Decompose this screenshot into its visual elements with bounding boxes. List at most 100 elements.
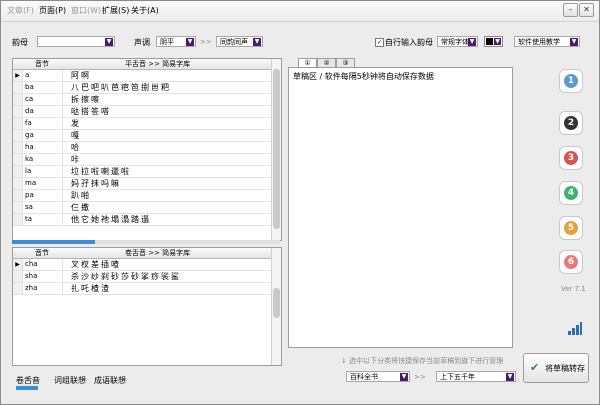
- syllable-cell: a: [23, 70, 63, 81]
- syllable-cell: ga: [23, 130, 63, 141]
- menu-item-about[interactable]: 关于(A): [131, 5, 159, 16]
- grid-header: 音节 卷舌音 >> 简易字库: [13, 248, 271, 259]
- draft-area[interactable]: 草稿区 / 软件每隔5秒钟将自动保存数据: [288, 67, 513, 348]
- table-row[interactable]: ma 妈孖抹吗嘛: [13, 178, 271, 190]
- scroll-thumb[interactable]: [273, 69, 280, 229]
- save-draft-button[interactable]: ✔ 将草稿转存: [523, 353, 589, 383]
- table-row[interactable]: ha 哈: [13, 142, 271, 154]
- yunmu-dropdown[interactable]: ▼: [37, 36, 115, 47]
- syllable-cell: da: [23, 106, 63, 117]
- close-button[interactable]: ✕: [579, 3, 594, 17]
- syllable-cell: la: [23, 166, 63, 177]
- table-row[interactable]: ▶ cha 叉杈差插喳: [13, 259, 271, 271]
- row-selector: [13, 82, 23, 93]
- row-selector: [13, 94, 23, 105]
- quick-slot-button-6[interactable]: 6: [559, 250, 583, 274]
- syllable-cell: sha: [23, 271, 63, 282]
- minimize-button[interactable]: –: [563, 3, 578, 17]
- tab-active-indicator: [16, 386, 38, 390]
- syllable-cell: ca: [23, 94, 63, 105]
- number-four-icon: 4: [564, 186, 578, 200]
- menu-item-page[interactable]: 页面(P): [39, 5, 66, 16]
- chars-cell: 拆擦嚓: [71, 95, 101, 104]
- quick-slot-button-5[interactable]: 5: [559, 216, 583, 240]
- table-row[interactable]: la 垃拉啦喇邋啦: [13, 166, 271, 178]
- syllable-cell: fa: [23, 118, 63, 129]
- number-five-icon: 5: [564, 221, 578, 235]
- category2-dropdown[interactable]: 上下五千年 ▼: [436, 371, 516, 382]
- syllable-cell: ha: [23, 142, 63, 153]
- quick-slot-button-4[interactable]: 4: [559, 181, 583, 205]
- syllable-cell: ba: [23, 82, 63, 93]
- tong-dropdown[interactable]: 同韵同声 ▼: [216, 36, 263, 47]
- table-row[interactable]: ▶ a 阿啊: [13, 70, 271, 82]
- syllable-cell: sa: [23, 202, 63, 213]
- tab-idiom-association[interactable]: 成语联想: [94, 375, 126, 386]
- vertical-scrollbar[interactable]: [271, 248, 281, 365]
- number-two-icon: 2: [564, 116, 578, 130]
- color-picker[interactable]: ▼: [484, 36, 503, 47]
- tab-juanshe[interactable]: 卷舌音: [16, 375, 40, 386]
- chevron-down-icon: ▼: [105, 38, 113, 46]
- tab-phrase-association[interactable]: 词组联想: [54, 375, 86, 386]
- quick-slot-button-3[interactable]: 3: [559, 146, 583, 170]
- chars-cell: 哒搭答嗒: [71, 107, 111, 116]
- menu-item-window[interactable]: 窗口(W): [71, 5, 101, 16]
- table-row[interactable]: ba 八巴吧叭芭疤笆捌岜粑: [13, 82, 271, 94]
- yunmu-label: 韵母: [12, 38, 28, 47]
- table-row[interactable]: ta 他它她祂塌溻踏遢: [13, 214, 271, 226]
- auto-input-label: 自行输入韵母: [385, 38, 433, 47]
- table-row[interactable]: ga 嘎: [13, 130, 271, 142]
- syllable-cell: cha: [23, 259, 63, 270]
- arrow-separator: >>: [414, 373, 426, 381]
- grid-horizontal-scrollbar[interactable]: [12, 240, 280, 244]
- menu-item-article[interactable]: 文章(F): [7, 5, 34, 16]
- version-label: Ver 7.1: [561, 285, 586, 293]
- close-icon: ✕: [583, 5, 590, 14]
- usage-dropdown[interactable]: 软件使用教学 ▼: [514, 36, 580, 47]
- table-row[interactable]: ca 拆擦嚓: [13, 94, 271, 106]
- chars-cell: 发: [71, 119, 81, 128]
- quick-slot-button-2[interactable]: 2: [559, 111, 583, 135]
- number-three-icon: 3: [564, 151, 578, 165]
- chars-cell: 仨撒: [71, 203, 91, 212]
- vertical-scrollbar[interactable]: [271, 59, 281, 240]
- table-row[interactable]: pa 趴啪: [13, 190, 271, 202]
- chars-cell: 趴啪: [71, 191, 91, 200]
- row-selector: [13, 118, 23, 129]
- grid-header: 音节 平舌音 >> 简易字库: [13, 59, 271, 70]
- font-value: 常规字体: [441, 38, 469, 46]
- category1-dropdown[interactable]: 百科全书 ▼: [346, 371, 410, 382]
- table-row[interactable]: fa 发: [13, 118, 271, 130]
- category2-value: 上下五千年: [440, 373, 475, 381]
- draft-text[interactable]: 草稿区 / 软件每隔5秒钟将自动保存数据: [293, 71, 434, 82]
- chevron-down-icon: ▼: [506, 373, 514, 381]
- pingshe-grid: 音节 平舌音 >> 简易字库 ▶ a 阿啊 ba 八巴吧叭芭疤笆捌岜粑 ca 拆擦嚓 da 哒搭…: [12, 58, 282, 241]
- table-row[interactable]: zha 扎吒楂渣: [13, 283, 271, 295]
- scroll-thumb[interactable]: [273, 288, 280, 318]
- chars-cell: 咔: [71, 155, 81, 164]
- menu-bar: 文章(F) 页面(P) 窗口(W) 扩展(S) 关于(A) – ✕: [1, 1, 599, 22]
- auto-input-checkbox[interactable]: ✓: [375, 38, 384, 47]
- quick-slot-button-1[interactable]: 1: [559, 69, 583, 93]
- shengdiao-dropdown[interactable]: 阴平 ▼: [156, 36, 196, 47]
- row-selector: [13, 178, 23, 189]
- row-selector: [13, 283, 23, 294]
- row-selector: [13, 214, 23, 225]
- app-window: 文章(F) 页面(P) 窗口(W) 扩展(S) 关于(A) – ✕ 韵母 ▼ 声…: [0, 0, 600, 405]
- chars-cell: 哈: [71, 143, 81, 152]
- shengdiao-label: 声调: [134, 38, 150, 47]
- menu-item-extend[interactable]: 扩展(S): [102, 5, 129, 16]
- save-draft-label: 将草稿转存: [545, 364, 585, 373]
- number-one-icon: 1: [564, 74, 578, 88]
- table-row[interactable]: da 哒搭答嗒: [13, 106, 271, 118]
- font-dropdown[interactable]: 常规字体 ▼: [437, 36, 478, 47]
- chevron-down-icon: ▼: [494, 38, 501, 45]
- chars-cell: 扎吒楂渣: [71, 284, 111, 293]
- shengdiao-value: 阴平: [160, 38, 174, 46]
- chevron-down-icon: ▼: [570, 38, 578, 46]
- row-selector: [13, 190, 23, 201]
- table-row[interactable]: ka 咔: [13, 154, 271, 166]
- table-row[interactable]: sha 杀沙纱刹砂莎砂挲痧裟鲨: [13, 271, 271, 283]
- table-row[interactable]: sa 仨撒: [13, 202, 271, 214]
